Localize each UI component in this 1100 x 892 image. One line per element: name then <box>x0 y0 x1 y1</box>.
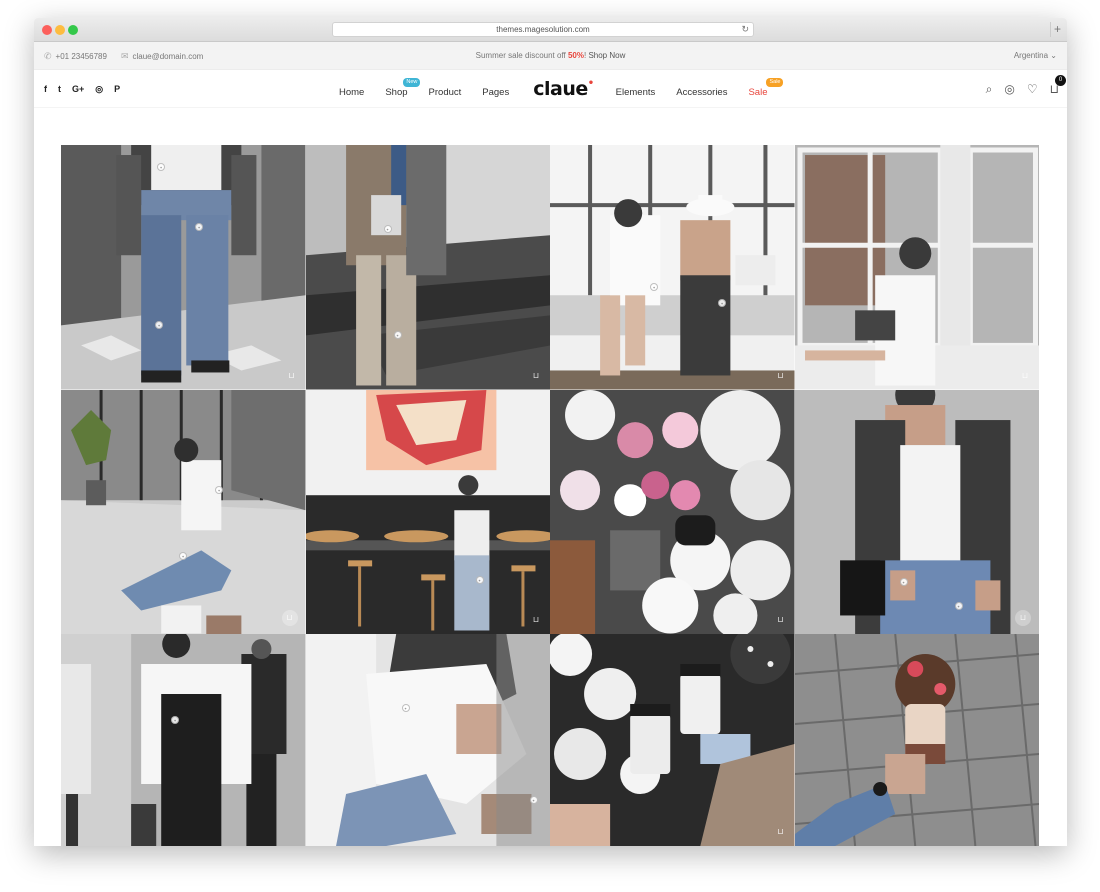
gallery-tile[interactable]: ⊔ <box>550 634 795 846</box>
hotspot-marker-icon[interactable]: + <box>383 225 392 233</box>
nav-item-shop-label: Shop <box>385 86 408 98</box>
photo-couple-window <box>550 145 795 390</box>
hotspot-marker-icon[interactable]: + <box>401 704 410 712</box>
gallery-tile[interactable]: + + ⊔ <box>794 389 1039 634</box>
photo-woman-window-seat <box>794 145 1039 390</box>
logo-text: claue <box>533 78 588 100</box>
search-icon[interactable]: ⌕ <box>986 82 993 97</box>
instagram-gallery: + + + ⊔ + + ⊔ + + ⊔ ⊔ + + ⊔ + ⊔ ⊔ + + ⊔ … <box>61 145 1039 846</box>
promo-prefix: Summer sale discount off <box>475 51 568 60</box>
pinterest-icon[interactable]: P <box>114 84 120 95</box>
hotspot-marker-icon[interactable]: + <box>157 163 165 171</box>
photo-white-shirt-closeup <box>305 634 550 846</box>
google-plus-icon[interactable]: G+ <box>72 84 84 95</box>
browser-titlebar: themes.magesolution.com ↻ + <box>34 18 1067 42</box>
instagram-icon[interactable]: ◎ <box>95 84 103 95</box>
photo-woman-floor-plant <box>61 389 306 634</box>
address-bar[interactable]: themes.magesolution.com ↻ <box>332 22 754 37</box>
shopping-bag-icon[interactable]: ⊔ <box>775 826 787 838</box>
gallery-tile[interactable]: + ⊔ <box>305 389 550 634</box>
hotspot-marker-icon[interactable]: + <box>393 331 402 339</box>
hotspot-marker-icon[interactable]: + <box>179 551 187 560</box>
nav-item-elements[interactable]: Elements <box>616 87 656 98</box>
gallery-tile[interactable]: + + ⊔ <box>550 145 795 390</box>
hotspot-marker-icon[interactable]: + <box>215 485 223 494</box>
nav-item-sale-label: Sale <box>748 86 768 98</box>
reload-icon[interactable]: ↻ <box>741 23 749 36</box>
photo-woman-corset-street <box>61 634 306 846</box>
main-header: f t G+ ◎ P Home Shop New Product Pages c… <box>34 70 1067 108</box>
cart-count-badge: 0 <box>1055 75 1066 86</box>
shopping-bag-icon[interactable]: ⊔ <box>530 370 542 382</box>
new-badge: New <box>403 77 421 87</box>
main-navigation: Home Shop New Product Pages claue• Eleme… <box>339 77 788 100</box>
gallery-tile[interactable]: + + ⊔ <box>305 145 550 390</box>
promo-percent: 50% <box>567 51 584 60</box>
browser-window: themes.magesolution.com ↻ + ✆ +01 2345678… <box>34 18 1067 846</box>
photo-coffee-orchids <box>550 634 795 846</box>
logo-dot: • <box>587 78 594 89</box>
gallery-tile[interactable]: + + + ⊔ <box>61 145 306 390</box>
shopping-bag-icon[interactable]: ⊔ <box>530 614 542 626</box>
twitter-icon[interactable]: t <box>58 84 61 95</box>
gallery-tile[interactable]: + + <box>305 634 550 846</box>
gallery-tile[interactable]: ⊔ <box>550 389 795 634</box>
site-logo[interactable]: claue• <box>533 78 594 100</box>
photo-cafe-stools <box>305 389 550 634</box>
hotspot-marker-icon[interactable]: + <box>718 299 726 307</box>
user-account-icon[interactable]: ◎ <box>1004 82 1014 97</box>
chevron-down-icon: ⌄ <box>1050 51 1057 60</box>
facebook-icon[interactable]: f <box>44 84 47 95</box>
gallery-tile[interactable]: + <box>61 634 306 846</box>
hotspot-marker-icon[interactable]: + <box>155 321 163 329</box>
zoom-window-button[interactable] <box>68 25 78 35</box>
hotspot-marker-icon[interactable]: + <box>195 223 203 231</box>
plus-icon[interactable]: + <box>1050 22 1064 37</box>
gallery-tile[interactable]: + + ⊔ <box>61 389 306 634</box>
url-text: themes.magesolution.com <box>496 25 590 34</box>
hotspot-marker-icon[interactable]: + <box>475 575 484 584</box>
minimize-window-button[interactable] <box>55 25 65 35</box>
hotspot-marker-icon[interactable]: + <box>650 283 658 291</box>
gallery-tile[interactable] <box>794 634 1039 846</box>
photo-woman-jeans-walking <box>61 145 306 390</box>
gallery-tile[interactable]: ⊔ <box>794 145 1039 390</box>
cart-button[interactable]: ⊔ 0 <box>1050 75 1066 97</box>
shopping-bag-icon[interactable]: ⊔ <box>1015 610 1031 626</box>
shopping-bag-icon[interactable]: ⊔ <box>281 610 298 626</box>
sale-badge: Sale <box>766 77 784 87</box>
header-tools: ⌕ ◎ ♡ ⊔ 0 <box>986 75 1066 97</box>
shopping-bag-icon[interactable]: ⊔ <box>775 370 787 382</box>
shopping-bag-icon[interactable]: ⊔ <box>1019 370 1031 382</box>
country-selector[interactable]: Argentina ⌄ <box>1014 51 1057 60</box>
shopping-bag-icon[interactable]: ⊔ <box>775 614 787 626</box>
wishlist-heart-icon[interactable]: ♡ <box>1027 82 1038 97</box>
nav-item-home[interactable]: Home <box>339 87 364 98</box>
shop-now-link[interactable]: Shop Now <box>588 51 625 60</box>
nav-item-accessories[interactable]: Accessories <box>676 87 727 98</box>
hotspot-marker-icon[interactable]: + <box>171 716 179 724</box>
nav-item-shop[interactable]: Shop New <box>385 77 421 98</box>
photo-woman-cardigan <box>794 389 1039 634</box>
nav-item-sale[interactable]: Sale Sale <box>748 77 784 98</box>
close-window-button[interactable] <box>42 25 52 35</box>
nav-item-product[interactable]: Product <box>429 87 462 98</box>
nav-item-pages[interactable]: Pages <box>482 87 509 98</box>
top-bar: ✆ +01 23456789 ✉ claue@domain.com Summer s… <box>34 42 1067 70</box>
hotspot-marker-icon[interactable]: + <box>529 796 538 804</box>
photo-woman-coat-walking <box>305 145 550 390</box>
photo-dessert-cup <box>794 634 1039 846</box>
photo-flower-bouquets <box>550 389 795 634</box>
country-label: Argentina <box>1013 51 1049 60</box>
hotspot-marker-icon[interactable]: + <box>954 601 963 610</box>
promo-banner: Summer sale discount off 50%! Shop Now <box>34 51 1067 60</box>
hotspot-marker-icon[interactable]: + <box>899 577 908 586</box>
social-links: f t G+ ◎ P <box>44 84 120 95</box>
shopping-bag-icon[interactable]: ⊔ <box>286 370 298 382</box>
